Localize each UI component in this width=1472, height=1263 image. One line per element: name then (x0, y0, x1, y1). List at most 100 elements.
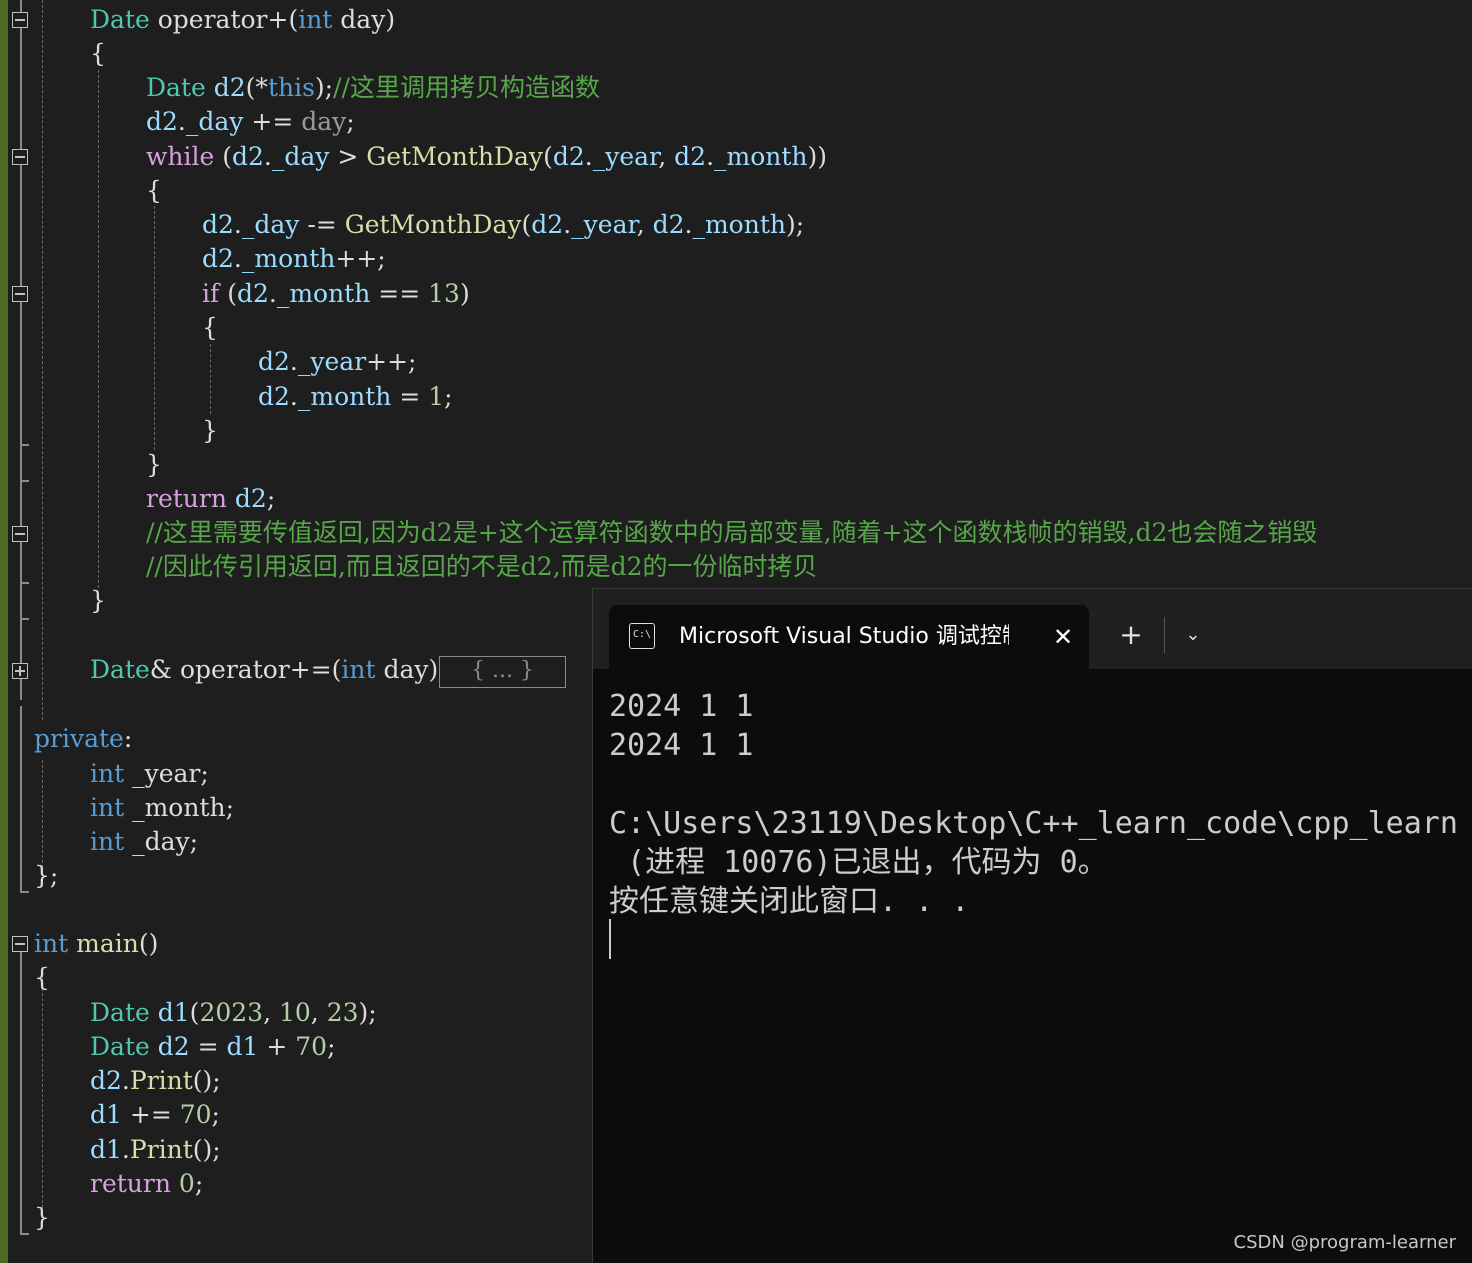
code-line[interactable]: { (146, 174, 162, 208)
code-token: 23 (326, 998, 359, 1027)
code-token: , (310, 998, 327, 1027)
code-token: . (121, 1135, 130, 1164)
code-token: _month (297, 382, 392, 411)
code-line[interactable]: d2._month = 1; (258, 380, 453, 414)
code-line[interactable]: d1.Print(); (90, 1133, 221, 1167)
code-token: int (90, 827, 125, 856)
output-line: 按任意键关闭此窗口. . . (609, 884, 970, 919)
code-token: //这里需要传值返回,因为d2是+这个运算符函数中的局部变量,随着+这个函数栈帧… (146, 518, 1318, 547)
console-tab-title: Microsoft Visual Studio 调试控制台 (679, 624, 1009, 649)
code-token: += (243, 107, 302, 136)
code-line[interactable]: { (34, 961, 50, 995)
code-token: { (34, 963, 50, 992)
code-line[interactable]: return d2; (146, 482, 275, 516)
code-line[interactable]: } (90, 584, 106, 618)
code-token: ) (459, 279, 470, 308)
code-line[interactable]: d1 += 70; (90, 1098, 220, 1132)
code-token: int (90, 759, 125, 788)
fold-end-tick (20, 480, 29, 482)
code-token: _year (571, 210, 637, 239)
code-token: _day (185, 107, 244, 136)
indent-guide (154, 206, 155, 450)
code-line[interactable]: { (90, 37, 106, 71)
code-token: 13 (428, 279, 460, 308)
code-line[interactable]: Date d2(*this);//这里调用拷贝构造函数 (146, 71, 600, 105)
fold-collapse-button[interactable] (12, 12, 28, 28)
code-line[interactable]: } (34, 1201, 50, 1235)
code-token: return (146, 484, 227, 513)
code-line[interactable]: }; (34, 859, 58, 893)
fold-collapse-button[interactable] (12, 936, 28, 952)
code-token: } (146, 450, 162, 479)
code-line[interactable]: int _day; (90, 825, 198, 859)
code-line[interactable]: d2._day -= GetMonthDay(d2._year, d2._mon… (202, 208, 804, 242)
code-token: _day; (124, 827, 199, 856)
code-line[interactable]: if (d2._month == 13) (202, 277, 470, 311)
code-line[interactable]: } (146, 448, 162, 482)
code-line[interactable]: { (202, 311, 218, 345)
code-token: _year (297, 347, 367, 376)
code-line[interactable]: int _year; (90, 757, 209, 791)
code-token: > (329, 142, 367, 171)
code-token: operator+( (149, 5, 299, 34)
code-token: int (34, 929, 69, 958)
code-token: = (391, 382, 429, 411)
code-line[interactable]: private: (34, 722, 132, 756)
code-line[interactable]: //因此传引用返回,而且返回的不是d2,而是d2的一份临时拷贝 (146, 550, 818, 584)
code-token: ) (428, 655, 439, 684)
chevron-down-icon[interactable]: ⌄ (1177, 619, 1209, 651)
fold-collapse-button[interactable] (12, 286, 28, 302)
console-titlebar: C:\ Microsoft Visual Studio 调试控制台 ✕ + ⌄ (593, 589, 1472, 669)
code-line[interactable]: return 0; (90, 1167, 203, 1201)
code-token: _day (271, 142, 330, 171)
fold-collapse-button[interactable] (12, 149, 28, 165)
code-line[interactable]: Date d1(2023, 10, 23); (90, 996, 377, 1030)
code-token: d2 (258, 382, 290, 411)
code-token: } (34, 1203, 50, 1232)
output-line: C:\Users\23119\Desktop\C++_learn_code\cp… (609, 806, 1458, 841)
code-token: int (341, 655, 376, 684)
code-token: { (90, 39, 106, 68)
change-tracking-bar (0, 0, 8, 1263)
console-window[interactable]: C:\ Microsoft Visual Studio 调试控制台 ✕ + ⌄ … (592, 588, 1472, 1263)
code-token: d2 (146, 107, 178, 136)
fold-expand-button[interactable] (12, 663, 28, 679)
code-token: d2 (652, 210, 685, 239)
outline-gutter (8, 0, 38, 1263)
code-token: . (563, 210, 572, 239)
fold-collapse-button[interactable] (12, 526, 28, 542)
code-line[interactable]: //这里需要传值返回,因为d2是+这个运算符函数中的局部变量,随着+这个函数栈帧… (146, 516, 1317, 550)
code-token: d2 (232, 142, 264, 171)
code-token: GetMonthDay (344, 210, 522, 239)
new-tab-button[interactable]: + (1115, 619, 1147, 651)
code-token: , (636, 210, 653, 239)
collapsed-region-placeholder[interactable]: { ... } (439, 656, 566, 688)
code-token: } (90, 586, 106, 615)
code-line[interactable]: d2._month++; (202, 242, 386, 276)
code-token: private (34, 724, 124, 753)
code-line[interactable]: } (202, 414, 218, 448)
indent-guide (210, 344, 211, 414)
code-token: _month (241, 244, 336, 273)
indent-guide (42, 760, 43, 868)
code-token: } (202, 416, 218, 445)
console-tab[interactable]: C:\ Microsoft Visual Studio 调试控制台 ✕ (609, 605, 1089, 669)
code-line[interactable]: Date& operator+=(int day) (90, 653, 438, 687)
code-line[interactable]: int main() (34, 927, 158, 961)
close-icon[interactable]: ✕ (1047, 621, 1079, 653)
code-line[interactable]: Date operator+(int day) (90, 3, 395, 37)
code-line[interactable]: int _month; (90, 791, 234, 825)
code-line[interactable]: d2._year++; (258, 345, 416, 379)
code-line[interactable]: while (d2._day > GetMonthDay(d2._year, d… (146, 140, 827, 174)
code-line[interactable]: Date d2 = d1 + 70; (90, 1030, 336, 1064)
code-token: Date (146, 73, 206, 102)
indent-guide (42, 968, 43, 1208)
code-token: . (177, 107, 186, 136)
code-token: (); (192, 1135, 221, 1164)
code-line[interactable]: d2.Print(); (90, 1064, 221, 1098)
code-line[interactable]: d2._day += day; (146, 105, 355, 139)
code-token: ; (194, 1169, 204, 1198)
